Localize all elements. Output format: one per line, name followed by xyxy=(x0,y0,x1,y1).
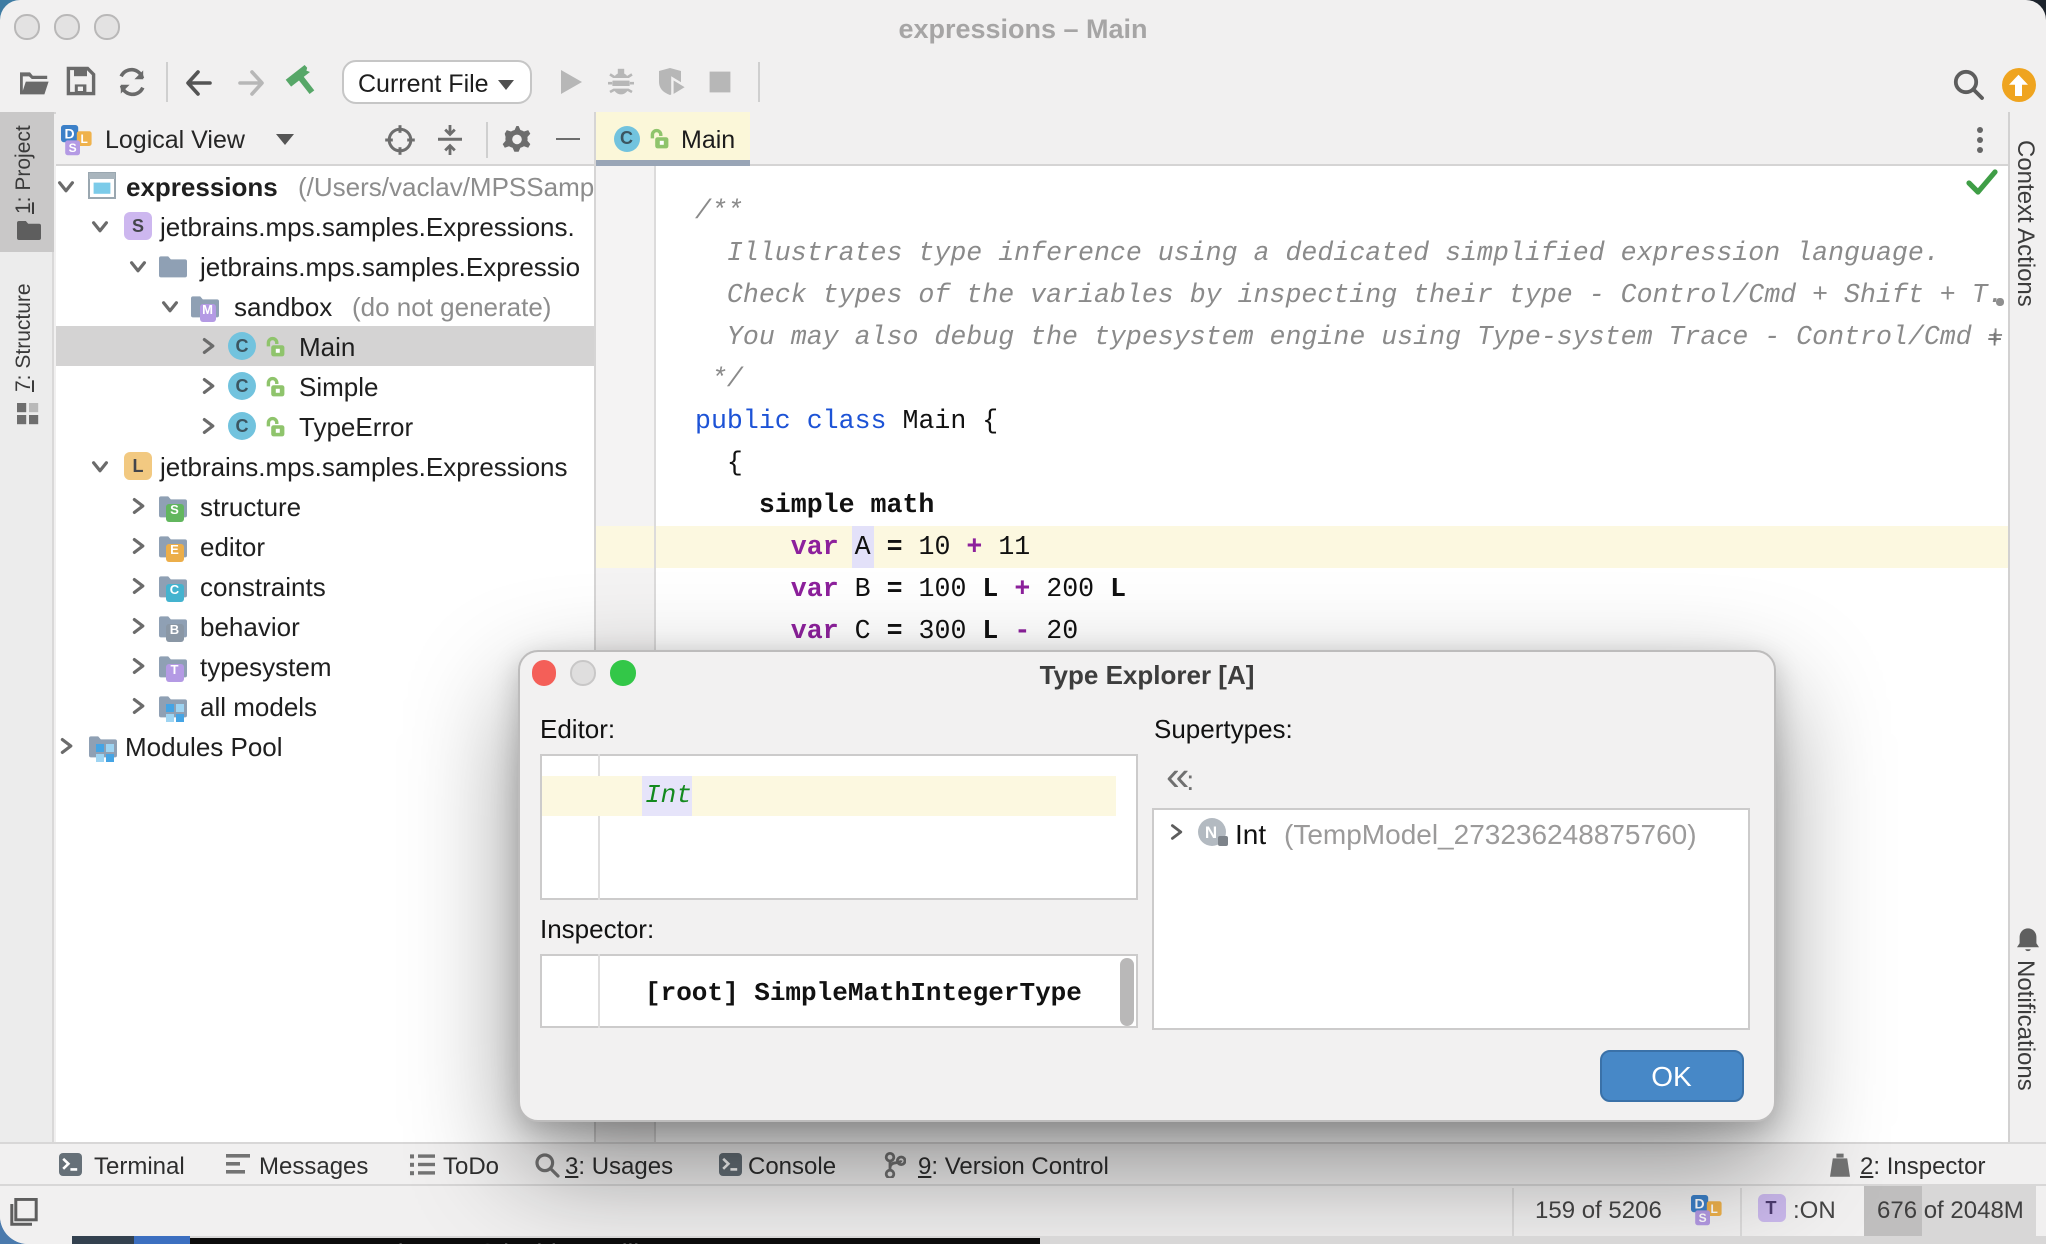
svg-text:S: S xyxy=(1699,1210,1707,1224)
svg-text:L: L xyxy=(81,131,88,145)
svg-text:S: S xyxy=(69,140,77,154)
svg-text:D: D xyxy=(1695,1195,1705,1211)
svg-text:L: L xyxy=(1711,1201,1718,1215)
svg-text:D: D xyxy=(65,125,75,141)
